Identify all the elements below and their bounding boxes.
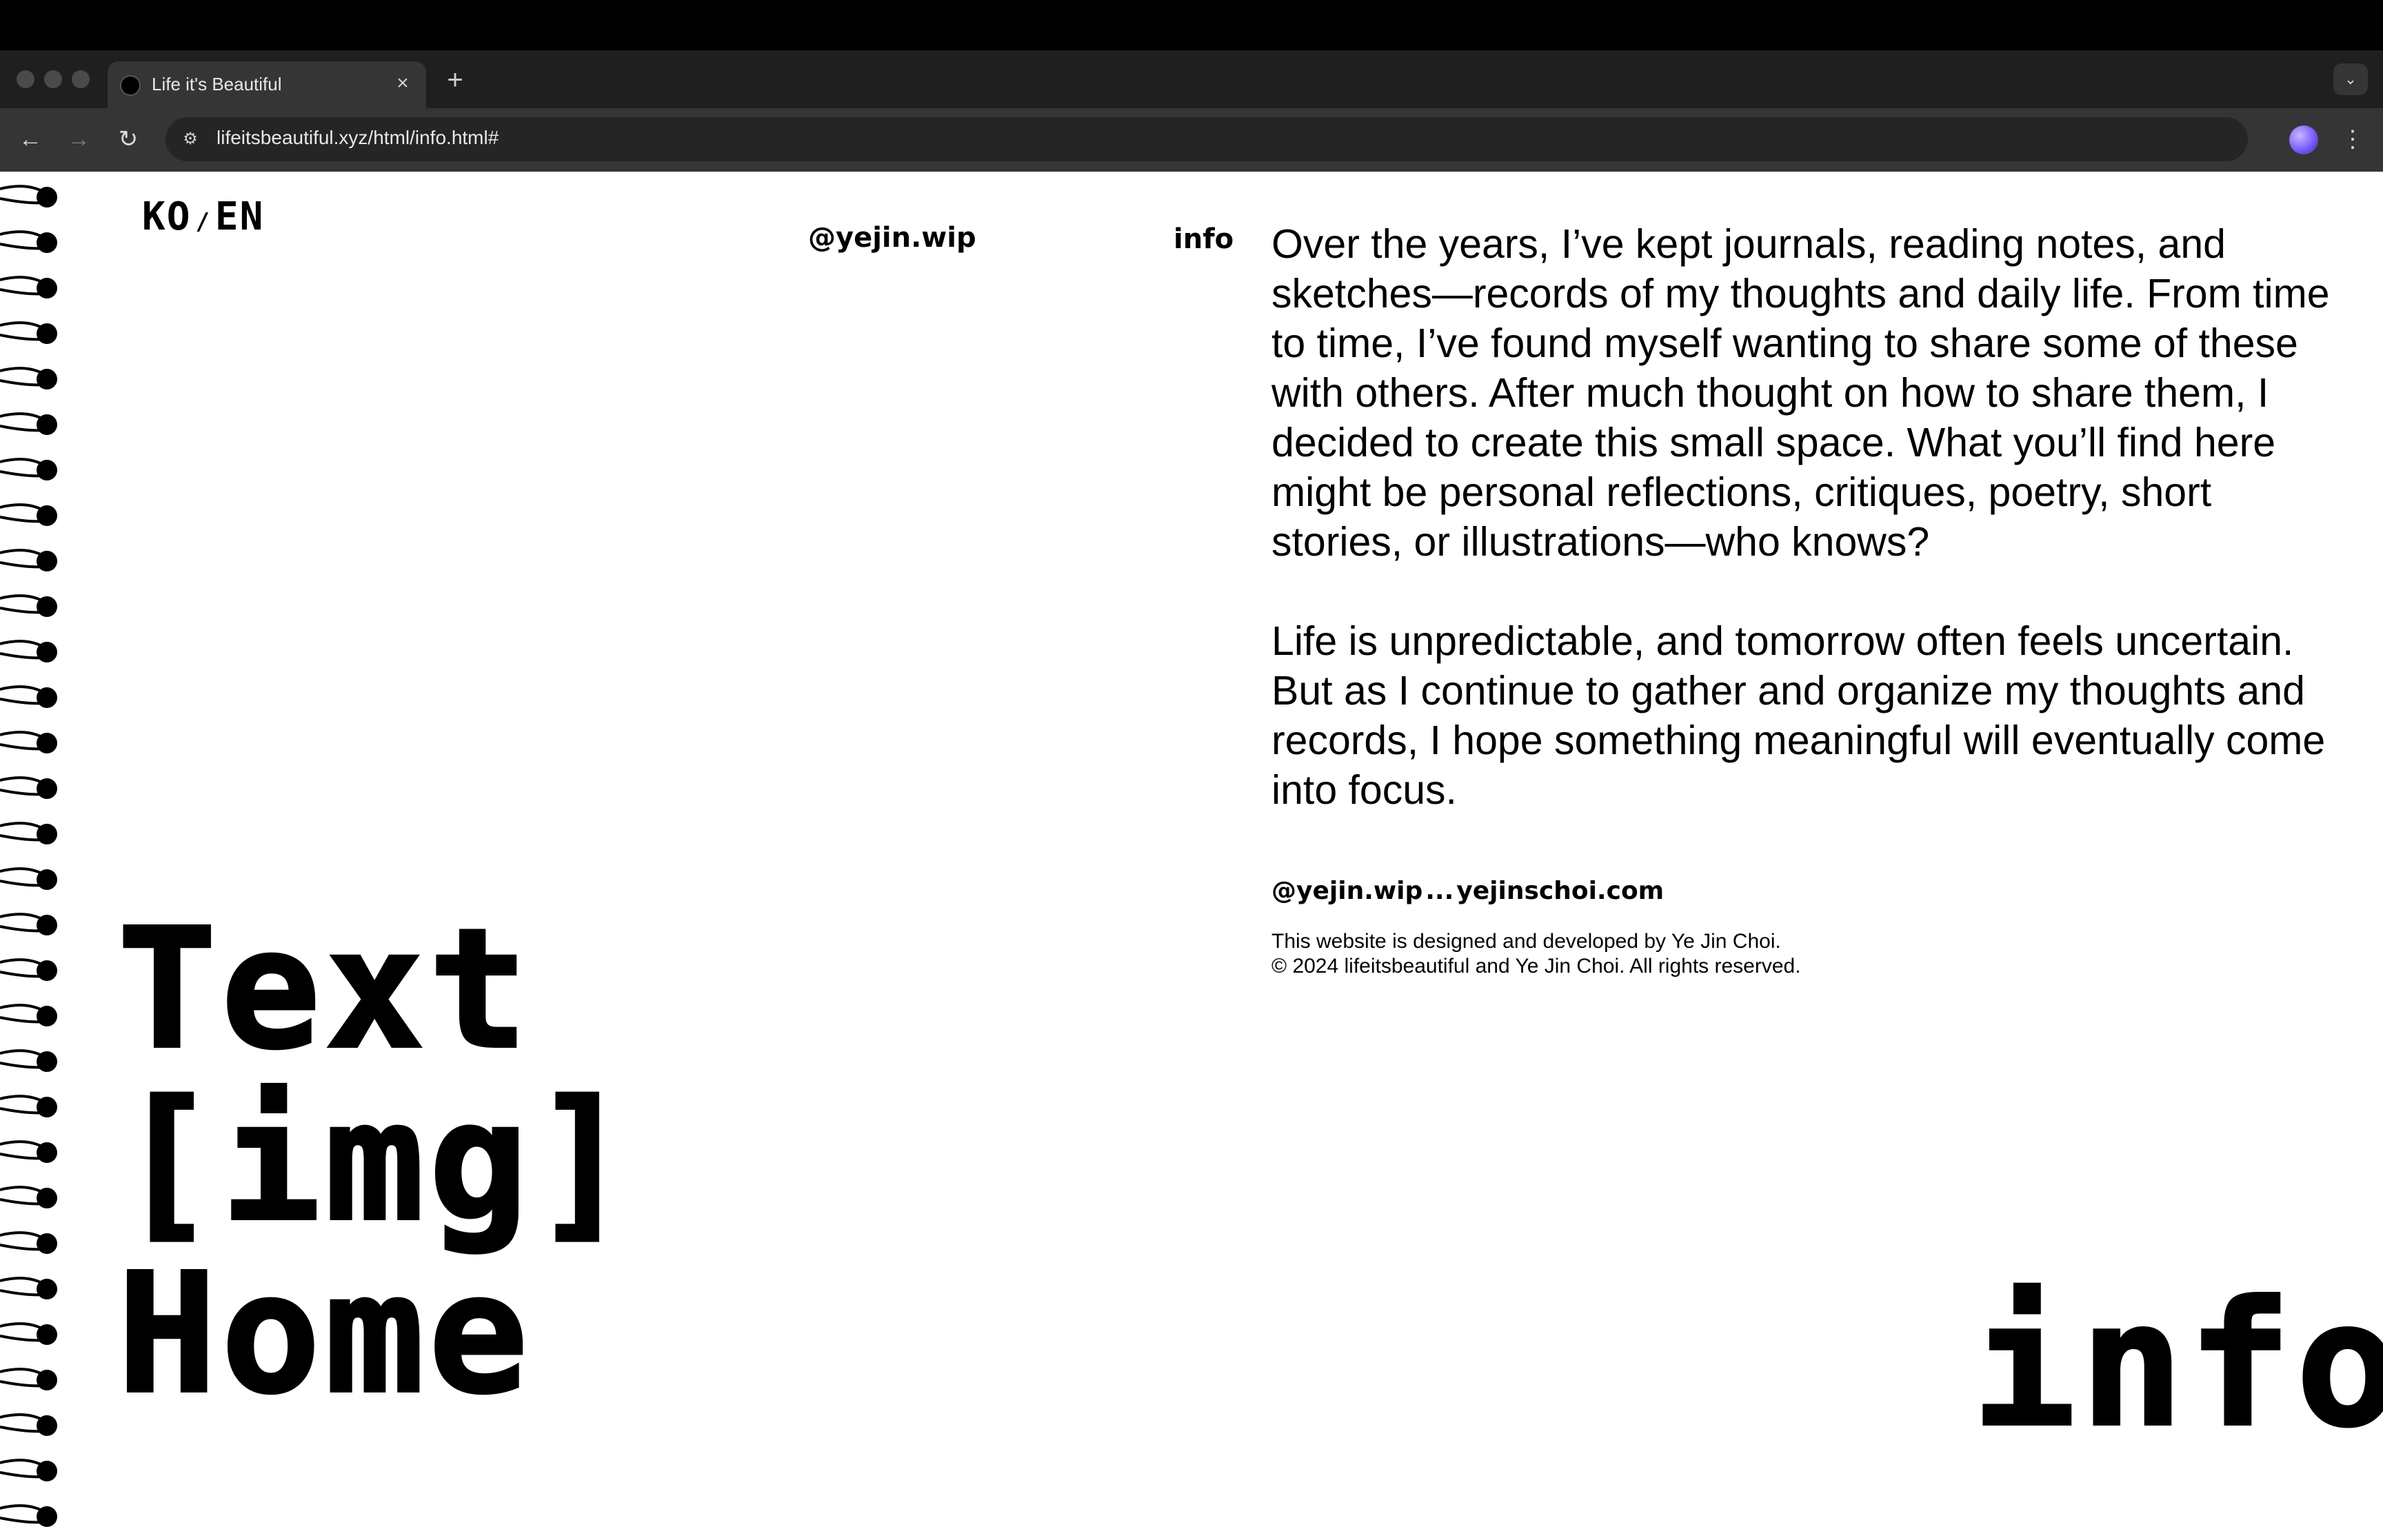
spiral-hole [37,187,57,207]
spiral-hole [37,1461,57,1481]
window-close-dot[interactable] [17,70,34,88]
spiral-hole [37,505,57,526]
spiral-binding-icon [0,185,57,1527]
website-link[interactable]: yejinschoi.com [1456,877,1664,905]
menu-item-home[interactable]: Home [116,1246,636,1421]
forward-button[interactable]: → [61,121,97,157]
spiral-hole [37,960,57,981]
screen-top-bar [0,0,2383,50]
spiral-hole [37,460,57,480]
lang-en-link[interactable]: EN [215,194,264,239]
spiral-hole [37,1188,57,1208]
tab-title: Life it's Beautiful [152,74,282,94]
language-switcher: KO / EN [142,194,264,239]
contact-links: @yejin.wip... yejinschoi.com [1271,877,1664,905]
spiral-hole [37,1142,57,1163]
spiral-hole [37,596,57,617]
browser-menu-icon[interactable]: ⋮ [2339,121,2366,157]
spiral-hole [37,1097,57,1117]
spiral-hole [37,1370,57,1390]
spiral-hole [37,869,57,890]
spiral-hole [37,1051,57,1072]
instagram-link[interactable]: @yejin.wip [1271,877,1422,905]
lang-separator: / [195,208,211,236]
spiral-hole [37,824,57,844]
lang-ko-link[interactable]: KO [142,194,191,239]
spiral-hole [37,1415,57,1436]
favicon-icon [120,75,141,96]
intro-paragraph: Over the years, I’ve kept journals, read… [1271,221,2330,565]
spiral-hole [37,733,57,753]
spiral-hole [37,1324,57,1345]
profile-avatar[interactable] [2289,125,2318,154]
site-info-icon[interactable]: ⚙ [177,125,204,153]
current-section-title: info [1971,1264,2383,1465]
spiral-hole [37,1506,57,1527]
contact-separator: ... [1425,877,1454,905]
instagram-handle-link[interactable]: @yejin.wip [808,222,976,254]
info-nav-link[interactable]: info [1174,223,1234,255]
active-tab[interactable]: Life it's Beautiful × [108,61,426,108]
spiral-hole [37,642,57,662]
spiral-hole [37,369,57,389]
spiral-hole [37,1279,57,1299]
tab-search-button[interactable]: ⌄ [2333,63,2368,95]
new-tab-button[interactable]: + [439,63,472,97]
spiral-hole [37,232,57,253]
window-zoom-dot[interactable] [72,70,90,88]
window-minimize-dot[interactable] [44,70,62,88]
spiral-hole [37,414,57,435]
reload-button[interactable]: ↻ [110,121,146,157]
spiral-hole [37,551,57,571]
spiral-hole [37,278,57,298]
designer-credit: This website is designed and developed b… [1271,930,1781,953]
spiral-hole [37,687,57,708]
spiral-hole [37,915,57,935]
close-tab-icon[interactable]: × [389,70,416,97]
spiral-hole [37,1006,57,1026]
spiral-hole [37,778,57,799]
menu-item-img[interactable]: [img] [116,1074,636,1249]
back-button[interactable]: ← [12,121,48,157]
address-bar[interactable]: ⚙ lifeitsbeautiful.xyz/html/info.html# ☆ [165,117,2248,161]
menu-item-text[interactable]: Text [116,902,636,1077]
closing-paragraph: Life is unpredictable, and tomorrow ofte… [1271,618,2326,813]
spiral-hole [37,323,57,344]
url-text[interactable]: lifeitsbeautiful.xyz/html/info.html# [217,127,499,149]
copyright-notice: © 2024 lifeitsbeautiful and Ye Jin Choi.… [1271,955,1801,977]
spiral-hole [37,1233,57,1254]
main-menu: Text [img] Home [116,902,636,1421]
